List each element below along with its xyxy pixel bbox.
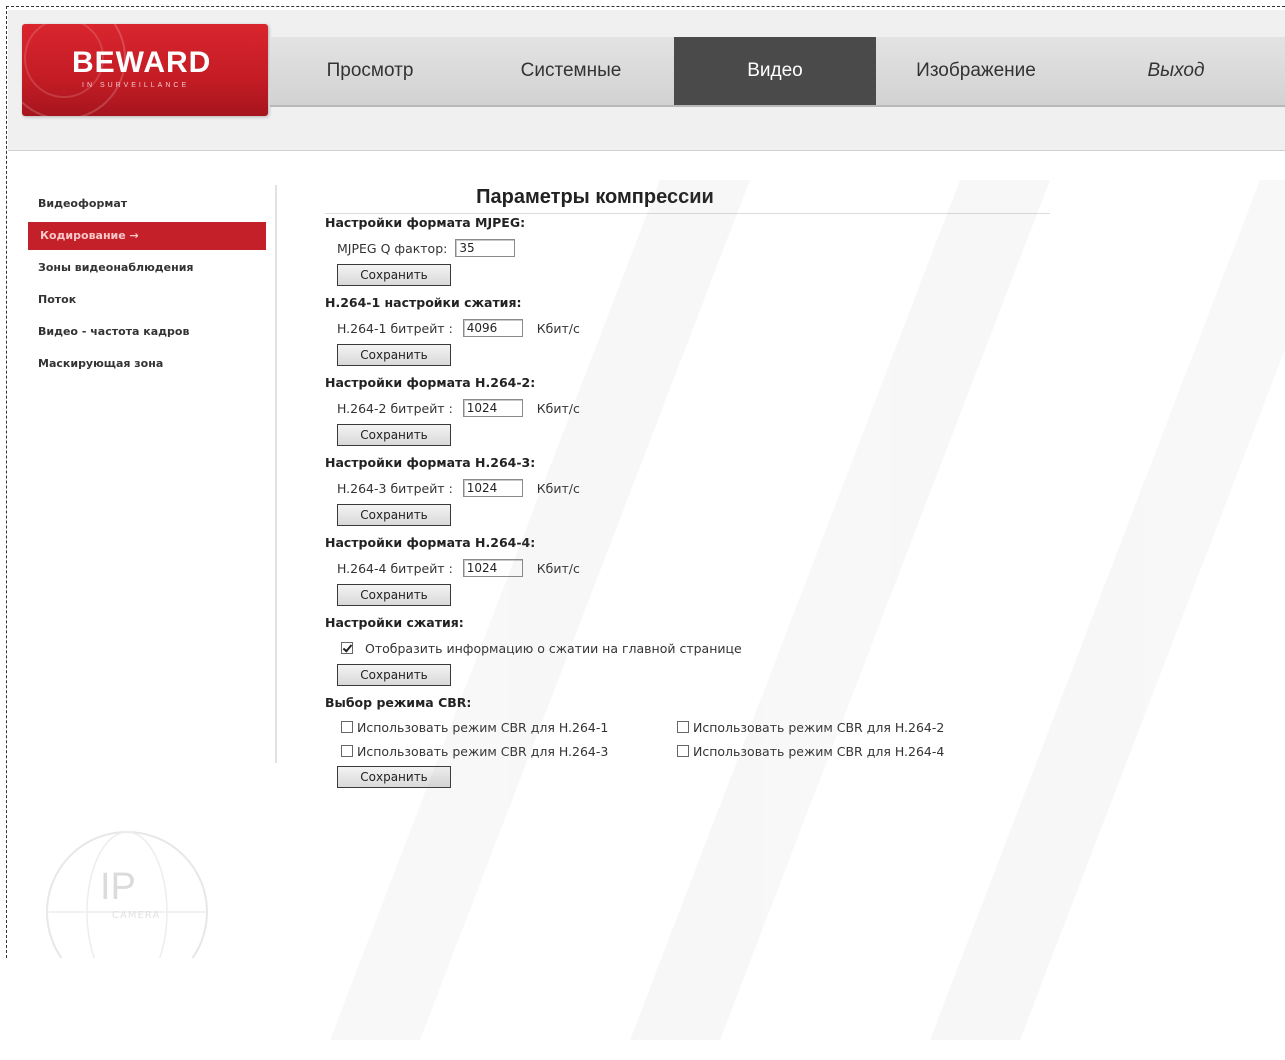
sidebar-divider <box>275 185 277 763</box>
h264-2-section-title: Настройки формата H.264-2: <box>325 375 536 390</box>
h264-3-unit: Кбит/с <box>536 480 580 496</box>
h264-3-row: H.264-3 битрейт : Кбит/с <box>325 475 1065 501</box>
logo-text: BEWARD <box>72 46 212 79</box>
compression-save-button[interactable]: Сохранить <box>337 664 451 686</box>
cbr-save-button[interactable]: Сохранить <box>337 766 451 788</box>
cbr-h264-4-checkbox[interactable] <box>677 745 689 757</box>
h264-2-unit: Кбит/с <box>536 400 580 416</box>
h264-4-save-button[interactable]: Сохранить <box>337 584 451 606</box>
cbr-options: Использовать режим CBR для H.264-1 Испол… <box>325 715 1065 763</box>
h264-1-bitrate-input[interactable] <box>462 319 523 337</box>
cbr-h264-2-checkbox[interactable] <box>677 721 689 733</box>
h264-3-bitrate-input[interactable] <box>462 479 523 497</box>
nav-item-view[interactable]: Просмотр <box>270 37 470 105</box>
main-content: Параметры компрессии Настройки формата M… <box>325 186 1065 791</box>
nav-item-image[interactable]: Изображение <box>876 37 1076 105</box>
mjpeg-q-label: MJPEG Q фактор: <box>337 240 448 256</box>
ip-camera-logo-sub: CAMERA <box>112 910 161 921</box>
mjpeg-q-input[interactable] <box>455 239 516 257</box>
sidebar-item-stream[interactable]: Поток <box>26 284 266 316</box>
h264-2-row: H.264-2 битрейт : Кбит/с <box>325 395 1065 421</box>
sidebar-item-videoformat[interactable]: Видеоформат <box>26 188 266 220</box>
cbr-h264-3-label: Использовать режим CBR для H.264-3 <box>357 743 609 759</box>
top-nav: Просмотр Системные Видео Изображение Вых… <box>270 37 1285 107</box>
nav-item-video[interactable]: Видео <box>674 37 876 105</box>
mjpeg-save-button[interactable]: Сохранить <box>337 264 451 286</box>
cbr-h264-1-checkbox[interactable] <box>341 721 353 733</box>
show-compression-label: Отобразить информацию о сжатии на главно… <box>365 640 742 656</box>
mjpeg-section-title: Настройки формата MJPEG: <box>325 215 526 230</box>
h264-1-section-title: H.264-1 настройки сжатия: <box>325 295 522 310</box>
h264-4-row: H.264-4 битрейт : Кбит/с <box>325 555 1065 581</box>
cbr-section-title: Выбор режима CBR: <box>325 695 472 710</box>
ip-camera-logo-text: IP <box>100 866 136 908</box>
show-compression-checkbox[interactable] <box>341 642 353 654</box>
nav-item-exit[interactable]: Выход <box>1076 37 1276 105</box>
sidebar-item-privacy-mask[interactable]: Маскирующая зона <box>26 348 266 380</box>
h264-4-bitrate-label: H.264-4 битрейт : <box>337 560 453 576</box>
h264-1-save-button[interactable]: Сохранить <box>337 344 451 366</box>
h264-4-unit: Кбит/с <box>536 560 580 576</box>
h264-2-bitrate-label: H.264-2 битрейт : <box>337 400 453 416</box>
cbr-h264-4-label: Использовать режим CBR для H.264-4 <box>693 743 945 759</box>
h264-3-save-button[interactable]: Сохранить <box>337 504 451 526</box>
ip-camera-logo: IP CAMERA <box>36 822 218 993</box>
h264-4-section-title: Настройки формата H.264-4: <box>325 535 536 550</box>
h264-1-row: H.264-1 битрейт : Кбит/с <box>325 315 1065 341</box>
h264-3-bitrate-label: H.264-3 битрейт : <box>337 480 453 496</box>
mjpeg-row: MJPEG Q фактор: <box>325 235 1065 261</box>
h264-1-bitrate-label: H.264-1 битрейт : <box>337 320 453 336</box>
page-title: Параметры компрессии <box>476 186 714 208</box>
sidebar: Видеоформат Кодирование → Зоны видеонабл… <box>26 188 266 380</box>
compression-section-title: Настройки сжатия: <box>325 615 464 630</box>
compression-row: Отобразить информацию о сжатии на главно… <box>325 635 1065 661</box>
sidebar-item-framerate[interactable]: Видео - частота кадров <box>26 316 266 348</box>
sidebar-item-encoding[interactable]: Кодирование → <box>28 222 266 250</box>
beward-logo[interactable]: BEWARD IN SURVEILLANCE <box>22 24 268 116</box>
sidebar-item-zones[interactable]: Зоны видеонаблюдения <box>26 252 266 284</box>
nav-item-system[interactable]: Системные <box>470 37 672 105</box>
h264-2-bitrate-input[interactable] <box>462 399 523 417</box>
cbr-h264-3-checkbox[interactable] <box>341 745 353 757</box>
h264-1-unit: Кбит/с <box>536 320 580 336</box>
h264-2-save-button[interactable]: Сохранить <box>337 424 451 446</box>
h264-3-section-title: Настройки формата H.264-3: <box>325 455 536 470</box>
h264-4-bitrate-input[interactable] <box>462 559 523 577</box>
cbr-h264-1-label: Использовать режим CBR для H.264-1 <box>357 719 609 735</box>
cbr-h264-2-label: Использовать режим CBR для H.264-2 <box>693 719 945 735</box>
logo-subtitle: IN SURVEILLANCE <box>82 82 190 89</box>
